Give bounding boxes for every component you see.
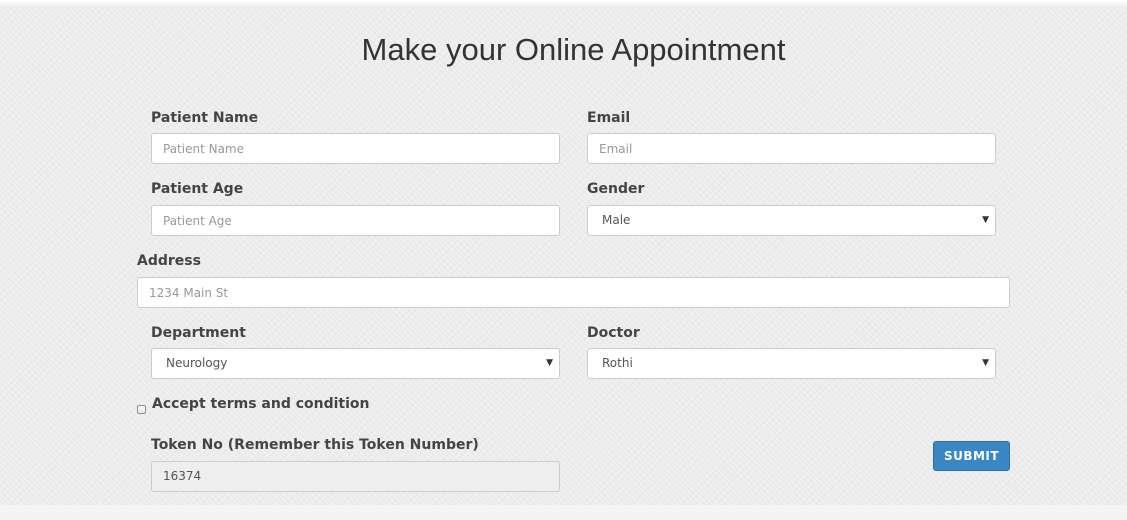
- top-shadow: [0, 0, 1127, 8]
- gender-selected-value: Male: [602, 213, 631, 227]
- chevron-down-icon: ▼: [982, 215, 989, 225]
- address-label: Address: [137, 253, 201, 269]
- token-field: 16374: [151, 461, 560, 492]
- appointment-panel: Make your Online Appointment Patient Nam…: [0, 8, 1127, 505]
- doctor-selected-value: Rothi: [602, 356, 633, 370]
- token-label: Token No (Remember this Token Number): [151, 437, 479, 453]
- token-value: 16374: [163, 469, 202, 483]
- terms-label[interactable]: Accept terms and condition: [152, 396, 370, 412]
- patient-name-input[interactable]: [151, 133, 560, 164]
- department-label: Department: [151, 325, 246, 341]
- email-label: Email: [587, 110, 631, 126]
- gender-label: Gender: [587, 181, 645, 197]
- patient-age-label: Patient Age: [151, 181, 244, 197]
- email-input[interactable]: [587, 133, 996, 164]
- address-input[interactable]: [137, 277, 1010, 308]
- doctor-select[interactable]: Rothi ▼: [587, 348, 996, 379]
- patient-name-label: Patient Name: [151, 110, 259, 126]
- terms-checkbox[interactable]: [137, 405, 146, 414]
- patient-age-input[interactable]: [151, 205, 560, 236]
- page-title: Make your Online Appointment: [361, 32, 786, 67]
- submit-button[interactable]: SUBMIT: [933, 441, 1010, 471]
- doctor-label: Doctor: [587, 325, 640, 341]
- chevron-down-icon: ▼: [982, 358, 989, 368]
- gender-select[interactable]: Male ▼: [587, 205, 996, 236]
- footer-strip: [0, 505, 1127, 520]
- department-selected-value: Neurology: [166, 356, 228, 370]
- chevron-down-icon: ▼: [546, 358, 553, 368]
- department-select[interactable]: Neurology ▼: [151, 348, 560, 379]
